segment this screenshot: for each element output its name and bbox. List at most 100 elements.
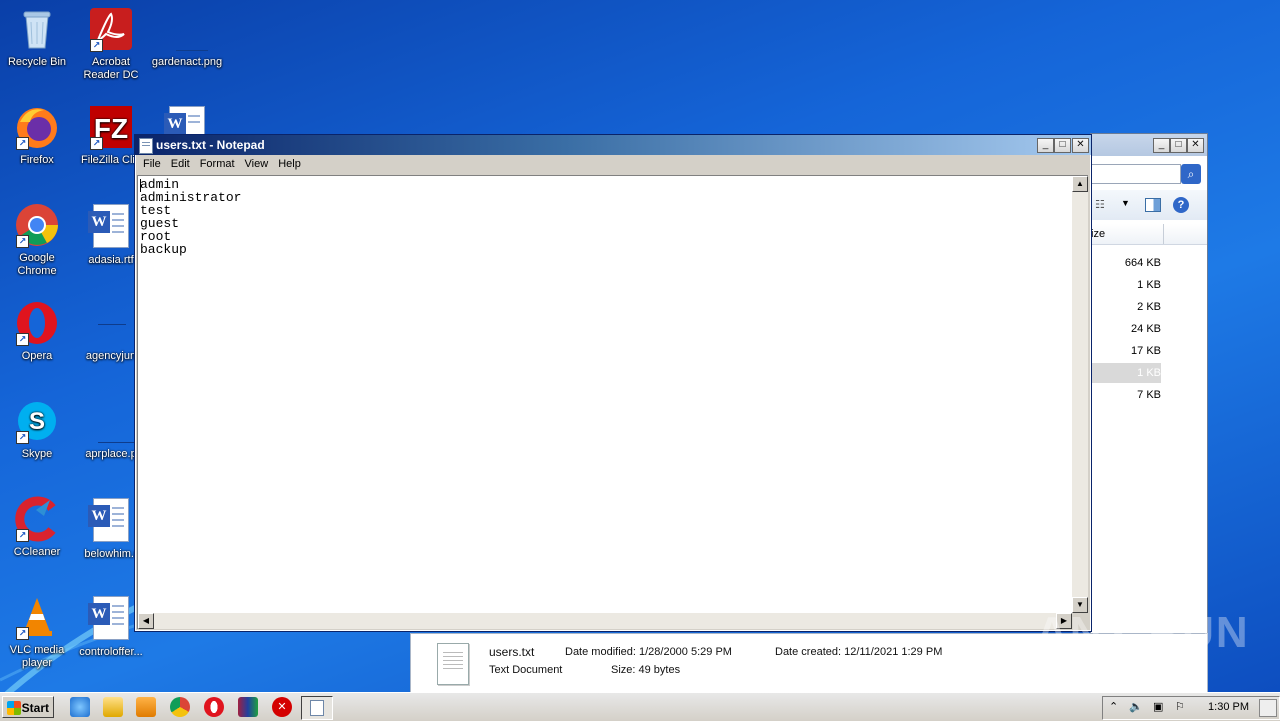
start-label: Start bbox=[21, 701, 49, 715]
word-document-icon bbox=[88, 204, 134, 250]
shortcut-arrow-icon: ↗ bbox=[16, 137, 29, 150]
shortcut-arrow-icon: ↗ bbox=[16, 431, 29, 444]
text-content[interactable]: admin administrator test guest root back… bbox=[140, 178, 241, 256]
desktop-icon-gardenact[interactable]: gardenact.png bbox=[150, 6, 224, 69]
minimize-button[interactable]: _ bbox=[1037, 138, 1054, 153]
explorer-minimize-button[interactable]: _ bbox=[1153, 138, 1170, 153]
view-options-icon[interactable]: ☷ bbox=[1095, 198, 1105, 211]
clock[interactable]: 1:30 PM bbox=[1208, 701, 1249, 713]
word-document-icon bbox=[88, 596, 134, 642]
internet-explorer-icon[interactable] bbox=[70, 697, 90, 717]
close-button[interactable]: ✕ bbox=[1072, 138, 1089, 153]
image-file-icon bbox=[164, 6, 210, 52]
desktop-icon-firefox[interactable]: ↗ Firefox bbox=[0, 104, 74, 167]
details-file-name: users.txt bbox=[489, 645, 535, 659]
vertical-scrollbar[interactable]: ▲ ▼ bbox=[1072, 176, 1088, 613]
show-desktop-button[interactable] bbox=[1259, 699, 1277, 717]
skype-icon: S ↗ bbox=[14, 398, 60, 444]
search-icon[interactable]: ⌕ bbox=[1181, 164, 1201, 184]
word-document-icon bbox=[88, 498, 134, 544]
maximize-button[interactable]: □ bbox=[1054, 138, 1071, 153]
menu-file[interactable]: File bbox=[138, 155, 166, 173]
scroll-left-button[interactable]: ◀ bbox=[138, 613, 154, 629]
system-tray: ⌃ 🔈 ▣ ⚐ 1:30 PM bbox=[1102, 696, 1280, 720]
notepad-title-bar[interactable]: users.txt - Notepad bbox=[135, 135, 1091, 155]
menu-format[interactable]: Format bbox=[195, 155, 240, 173]
notepad-window[interactable]: users.txt - Notepad _ □ ✕ File Edit Format… bbox=[134, 134, 1092, 632]
file-size-cell[interactable]: 24 KB bbox=[1091, 323, 1161, 335]
desktop-icon-ccleaner[interactable]: ↗ CCleaner bbox=[0, 496, 74, 559]
shortcut-arrow-icon: ↗ bbox=[16, 529, 29, 542]
desktop-icon-label: Recycle Bin bbox=[7, 56, 67, 68]
vlc-cone-icon: ↗ bbox=[14, 594, 60, 640]
size-column-header[interactable]: ize bbox=[1091, 224, 1207, 245]
text-editor[interactable]: admin administrator test guest root back… bbox=[137, 175, 1088, 629]
horizontal-scrollbar[interactable]: ◀ ▶ bbox=[138, 613, 1072, 629]
desktop-icon-label: Firefox bbox=[20, 154, 54, 166]
desktop-icon-label: Opera bbox=[21, 350, 53, 362]
chevron-down-icon[interactable]: ▼ bbox=[1121, 198, 1130, 208]
chrome-icon: ↗ bbox=[14, 202, 60, 248]
file-size-cell-selected[interactable]: 1 KB bbox=[1091, 363, 1161, 383]
text-file-icon bbox=[437, 643, 469, 685]
action-center-flag-icon[interactable]: ⚐ bbox=[1175, 700, 1185, 713]
explorer-close-button[interactable]: ✕ bbox=[1187, 138, 1204, 153]
details-file-type: Text Document bbox=[489, 664, 563, 676]
window-title: users.txt - Notepad bbox=[156, 138, 265, 152]
explorer-toolbar: ☷ ▼ ? bbox=[1091, 190, 1207, 220]
details-size: Size: 49 bytes bbox=[611, 664, 681, 676]
recycle-bin-icon bbox=[14, 6, 60, 52]
desktop-icon-vlc[interactable]: ↗ VLC media player bbox=[0, 594, 74, 670]
svg-text:S: S bbox=[29, 408, 45, 435]
acrobat-icon: ↗ bbox=[88, 6, 134, 52]
file-size-cell[interactable]: 7 KB bbox=[1091, 389, 1161, 401]
start-button[interactable]: Start bbox=[2, 696, 54, 718]
opera-icon[interactable] bbox=[204, 697, 224, 717]
shortcut-arrow-icon: ↗ bbox=[90, 39, 103, 52]
winrar-icon[interactable] bbox=[238, 697, 258, 717]
blank-file-icon bbox=[88, 398, 134, 444]
desktop-icon-opera[interactable]: ↗ Opera bbox=[0, 300, 74, 363]
desktop-icon-label: Skype bbox=[21, 448, 53, 460]
shortcut-arrow-icon: ↗ bbox=[16, 235, 29, 248]
menu-edit[interactable]: Edit bbox=[166, 155, 195, 173]
menu-help[interactable]: Help bbox=[273, 155, 306, 173]
desktop-icon-label: Google Chrome bbox=[17, 252, 57, 277]
ccleaner-icon: ↗ bbox=[14, 496, 60, 542]
media-player-icon[interactable] bbox=[136, 697, 156, 717]
desktop-icon-recycle-bin[interactable]: Recycle Bin bbox=[0, 6, 74, 69]
chevron-up-icon[interactable]: ⌃ bbox=[1109, 700, 1118, 713]
shortcut-arrow-icon: ↗ bbox=[16, 333, 29, 346]
help-icon[interactable]: ? bbox=[1173, 197, 1189, 213]
taskbar: Start ✕ ⌃ 🔈 ▣ ⚐ 1:30 PM bbox=[0, 692, 1280, 721]
details-date-modified: Date modified: 1/28/2000 5:29 PM bbox=[565, 646, 732, 658]
filezilla-icon: FZ ↗ bbox=[88, 104, 134, 150]
explorer-search-input[interactable] bbox=[1091, 164, 1181, 184]
taskbar-notepad-button[interactable] bbox=[301, 696, 333, 720]
shortcut-arrow-icon: ↗ bbox=[16, 627, 29, 640]
blank-file-icon bbox=[88, 300, 134, 346]
volume-icon[interactable]: 🔈 bbox=[1129, 700, 1143, 713]
desktop-icon-acrobat[interactable]: ↗ Acrobat Reader DC bbox=[74, 6, 148, 82]
notepad-icon bbox=[139, 138, 153, 154]
desktop-icon-google-chrome[interactable]: ↗ Google Chrome bbox=[0, 202, 74, 278]
file-explorer-icon[interactable] bbox=[103, 697, 123, 717]
desktop-icon-skype[interactable]: S ↗ Skype bbox=[0, 398, 74, 461]
opera-icon: ↗ bbox=[14, 300, 60, 346]
file-size-cell[interactable]: 17 KB bbox=[1091, 345, 1161, 357]
file-size-cell[interactable]: 664 KB bbox=[1091, 257, 1161, 269]
anyrun-watermark: ANY RUN bbox=[1036, 608, 1250, 657]
desktop-icon-label: controloffer... bbox=[79, 646, 143, 658]
scroll-up-button[interactable]: ▲ bbox=[1072, 176, 1088, 192]
network-icon[interactable]: ▣ bbox=[1153, 700, 1163, 713]
menu-view[interactable]: View bbox=[240, 155, 274, 173]
details-date-created: Date created: 12/11/2021 1:29 PM bbox=[775, 646, 943, 658]
file-size-cell[interactable]: 2 KB bbox=[1091, 301, 1161, 313]
windows-logo-icon bbox=[7, 701, 21, 715]
error-stop-icon[interactable]: ✕ bbox=[272, 697, 292, 717]
chrome-icon[interactable] bbox=[170, 697, 190, 717]
desktop-icon-label: VLC media player bbox=[9, 644, 65, 669]
explorer-maximize-button[interactable]: □ bbox=[1170, 138, 1187, 153]
file-size-cell[interactable]: 1 KB bbox=[1091, 279, 1161, 291]
preview-pane-icon[interactable] bbox=[1145, 198, 1161, 212]
